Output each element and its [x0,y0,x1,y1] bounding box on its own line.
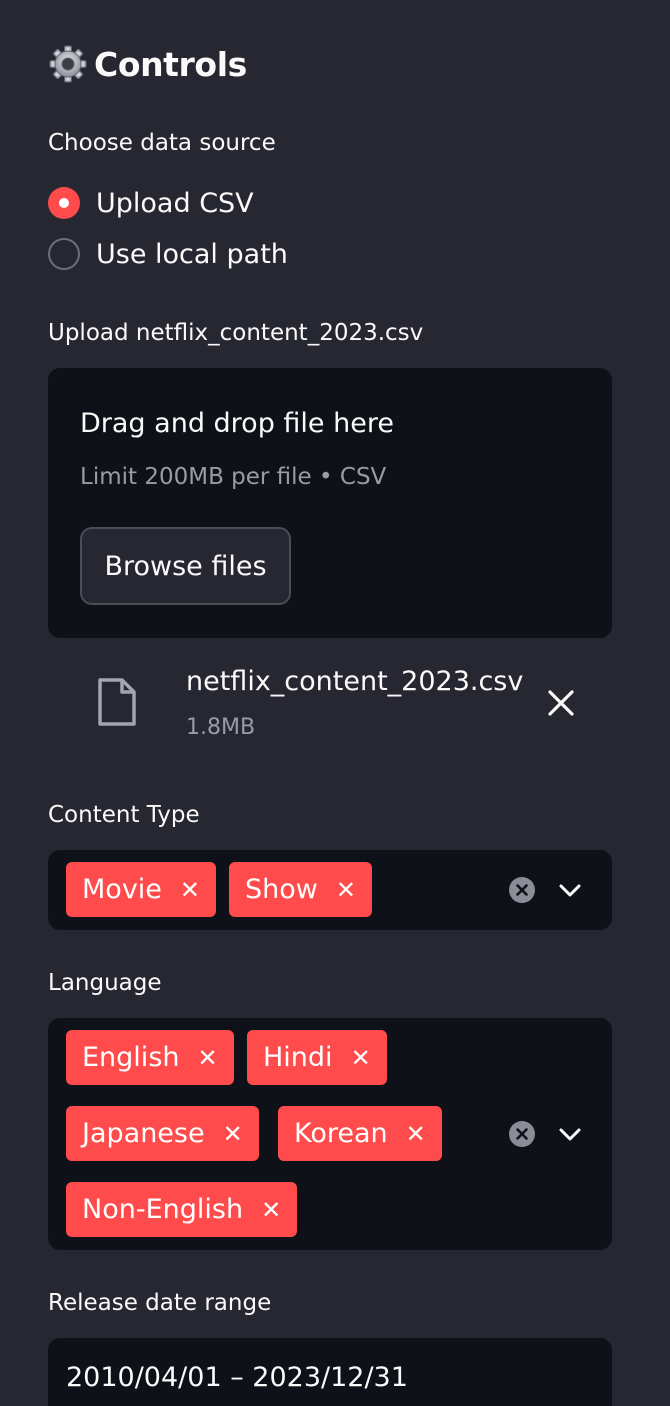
release-date-value: 2010/04/01 – 2023/12/31 [66,1362,408,1393]
tag-label: Hindi [263,1042,333,1073]
tag-non-english: Non-English ✕ [66,1182,298,1237]
radio-button[interactable] [48,238,80,270]
tag-label: Korean [294,1118,388,1149]
dropzone-title: Drag and drop file here [80,408,394,439]
remove-tag-icon[interactable]: ✕ [261,1198,281,1222]
radio-label: Use local path [96,238,288,270]
remove-tag-icon[interactable]: ✕ [406,1122,426,1146]
tag-hindi: Hindi ✕ [247,1030,387,1085]
clear-all-icon[interactable] [508,1120,536,1148]
radio-use-local-path[interactable]: Use local path [48,238,288,270]
gear-icon [48,44,88,84]
tag-japanese: Japanese ✕ [66,1106,259,1161]
uploaded-file: netflix_content_2023.csv 1.8MB [48,660,612,760]
tag-english: English ✕ [66,1030,234,1085]
tag-show: Show ✕ [229,862,372,917]
tag-label: Show [245,874,318,905]
chevron-down-icon[interactable] [557,1121,583,1147]
language-multiselect[interactable]: English ✕ Hindi ✕ Japanese ✕ Korean ✕ No… [48,1018,612,1250]
sidebar-title-text: Controls [94,44,247,84]
file-dropzone[interactable]: Drag and drop file here Limit 200MB per … [48,368,612,638]
radio-button-selected[interactable] [48,187,80,219]
remove-tag-icon[interactable]: ✕ [198,1046,218,1070]
sidebar: Controls Choose data source Upload CSV U… [0,0,670,1406]
tag-korean: Korean ✕ [278,1106,442,1161]
browse-files-button[interactable]: Browse files [80,527,291,605]
clear-all-icon[interactable] [508,876,536,904]
data-source-label: Choose data source [48,130,276,156]
remove-tag-icon[interactable]: ✕ [336,878,356,902]
radio-upload-csv[interactable]: Upload CSV [48,187,254,219]
file-name: netflix_content_2023.csv [186,666,524,697]
tag-label: Japanese [82,1118,205,1149]
radio-label: Upload CSV [96,187,254,219]
file-icon [96,676,138,732]
close-icon[interactable] [546,688,576,718]
tag-movie: Movie ✕ [66,862,217,917]
release-date-input[interactable]: 2010/04/01 – 2023/12/31 [48,1338,612,1406]
file-size: 1.8MB [186,715,256,740]
content-type-multiselect[interactable]: Movie ✕ Show ✕ [48,850,612,930]
language-label: Language [48,970,162,996]
chevron-down-icon[interactable] [557,877,583,903]
tag-label: English [82,1042,180,1073]
remove-tag-icon[interactable]: ✕ [223,1122,243,1146]
dropzone-limit-text: Limit 200MB per file • CSV [80,464,387,490]
tag-label: Non-English [82,1194,244,1225]
content-type-label: Content Type [48,802,200,828]
uploader-label: Upload netflix_content_2023.csv [48,320,424,346]
sidebar-title: Controls [48,44,247,84]
release-date-label: Release date range [48,1290,272,1316]
tag-label: Movie [82,874,162,905]
remove-tag-icon[interactable]: ✕ [180,878,200,902]
remove-tag-icon[interactable]: ✕ [351,1046,371,1070]
